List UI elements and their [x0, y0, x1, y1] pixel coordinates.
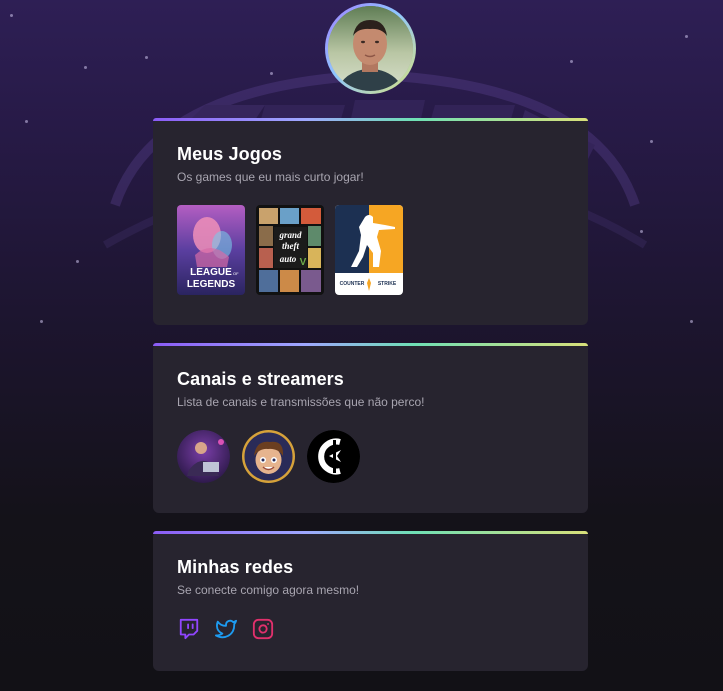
gta-v-cover-image: grand theft auto V: [256, 205, 324, 295]
channels-title: Canais e streamers: [177, 369, 344, 389]
streamer-2-avatar-image: [242, 430, 295, 483]
games-title: Meus Jogos: [177, 144, 283, 164]
gta-logo-line2: theft: [282, 241, 299, 251]
gta-logo-line1: grand: [278, 230, 302, 240]
profile-photo: [328, 6, 413, 91]
instagram-link[interactable]: [252, 618, 274, 640]
channel-avatar-1[interactable]: [177, 430, 230, 483]
profile-avatar: [325, 3, 416, 94]
twitch-icon: [179, 618, 199, 640]
social-subtitle: Se conecte comigo agora mesmo!: [177, 583, 360, 597]
gta-logo-five: V: [300, 257, 307, 268]
channels-card: Canais e streamers Lista de canais e tra…: [153, 343, 588, 513]
lol-logo-of: OF: [233, 271, 239, 276]
games-card: Meus Jogos Os games que eu mais curto jo…: [153, 118, 588, 325]
streamer-3-avatar-image: [307, 430, 360, 483]
channels-list: [177, 430, 360, 483]
cs-logo-line2: STRIKE: [378, 281, 397, 287]
social-card: Minhas redes Se conecte comigo agora mes…: [153, 531, 588, 671]
twitter-icon: [215, 619, 237, 639]
instagram-icon: [252, 618, 274, 640]
league-of-legends-cover-image: LEAGUE OF LEGENDS: [177, 205, 245, 295]
lol-logo-line1: LEAGUE: [190, 267, 232, 278]
avatar-portrait-image: [328, 6, 413, 91]
twitter-link[interactable]: [215, 618, 237, 640]
twitch-link[interactable]: [178, 618, 200, 640]
game-gta-v[interactable]: grand theft auto V: [256, 205, 324, 295]
channel-avatar-2[interactable]: [242, 430, 295, 483]
lol-logo-line2: LEGENDS: [187, 279, 236, 290]
social-links: [178, 618, 274, 640]
games-subtitle: Os games que eu mais curto jogar!: [177, 170, 364, 184]
counter-strike-cover-image: COUNTER STRIKE: [335, 205, 403, 295]
gta-logo-line3: auto: [280, 254, 297, 264]
social-title: Minhas redes: [177, 557, 294, 577]
games-list: LEAGUE OF LEGENDS grand theft auto V COU…: [177, 205, 403, 295]
streamer-1-avatar-image: [177, 430, 230, 483]
game-league-of-legends[interactable]: LEAGUE OF LEGENDS: [177, 205, 245, 295]
cs-logo-line1: COUNTER: [340, 281, 365, 287]
channel-avatar-3[interactable]: [307, 430, 360, 483]
game-counter-strike[interactable]: COUNTER STRIKE: [335, 205, 403, 295]
channels-subtitle: Lista de canais e transmissões que não p…: [177, 395, 425, 409]
